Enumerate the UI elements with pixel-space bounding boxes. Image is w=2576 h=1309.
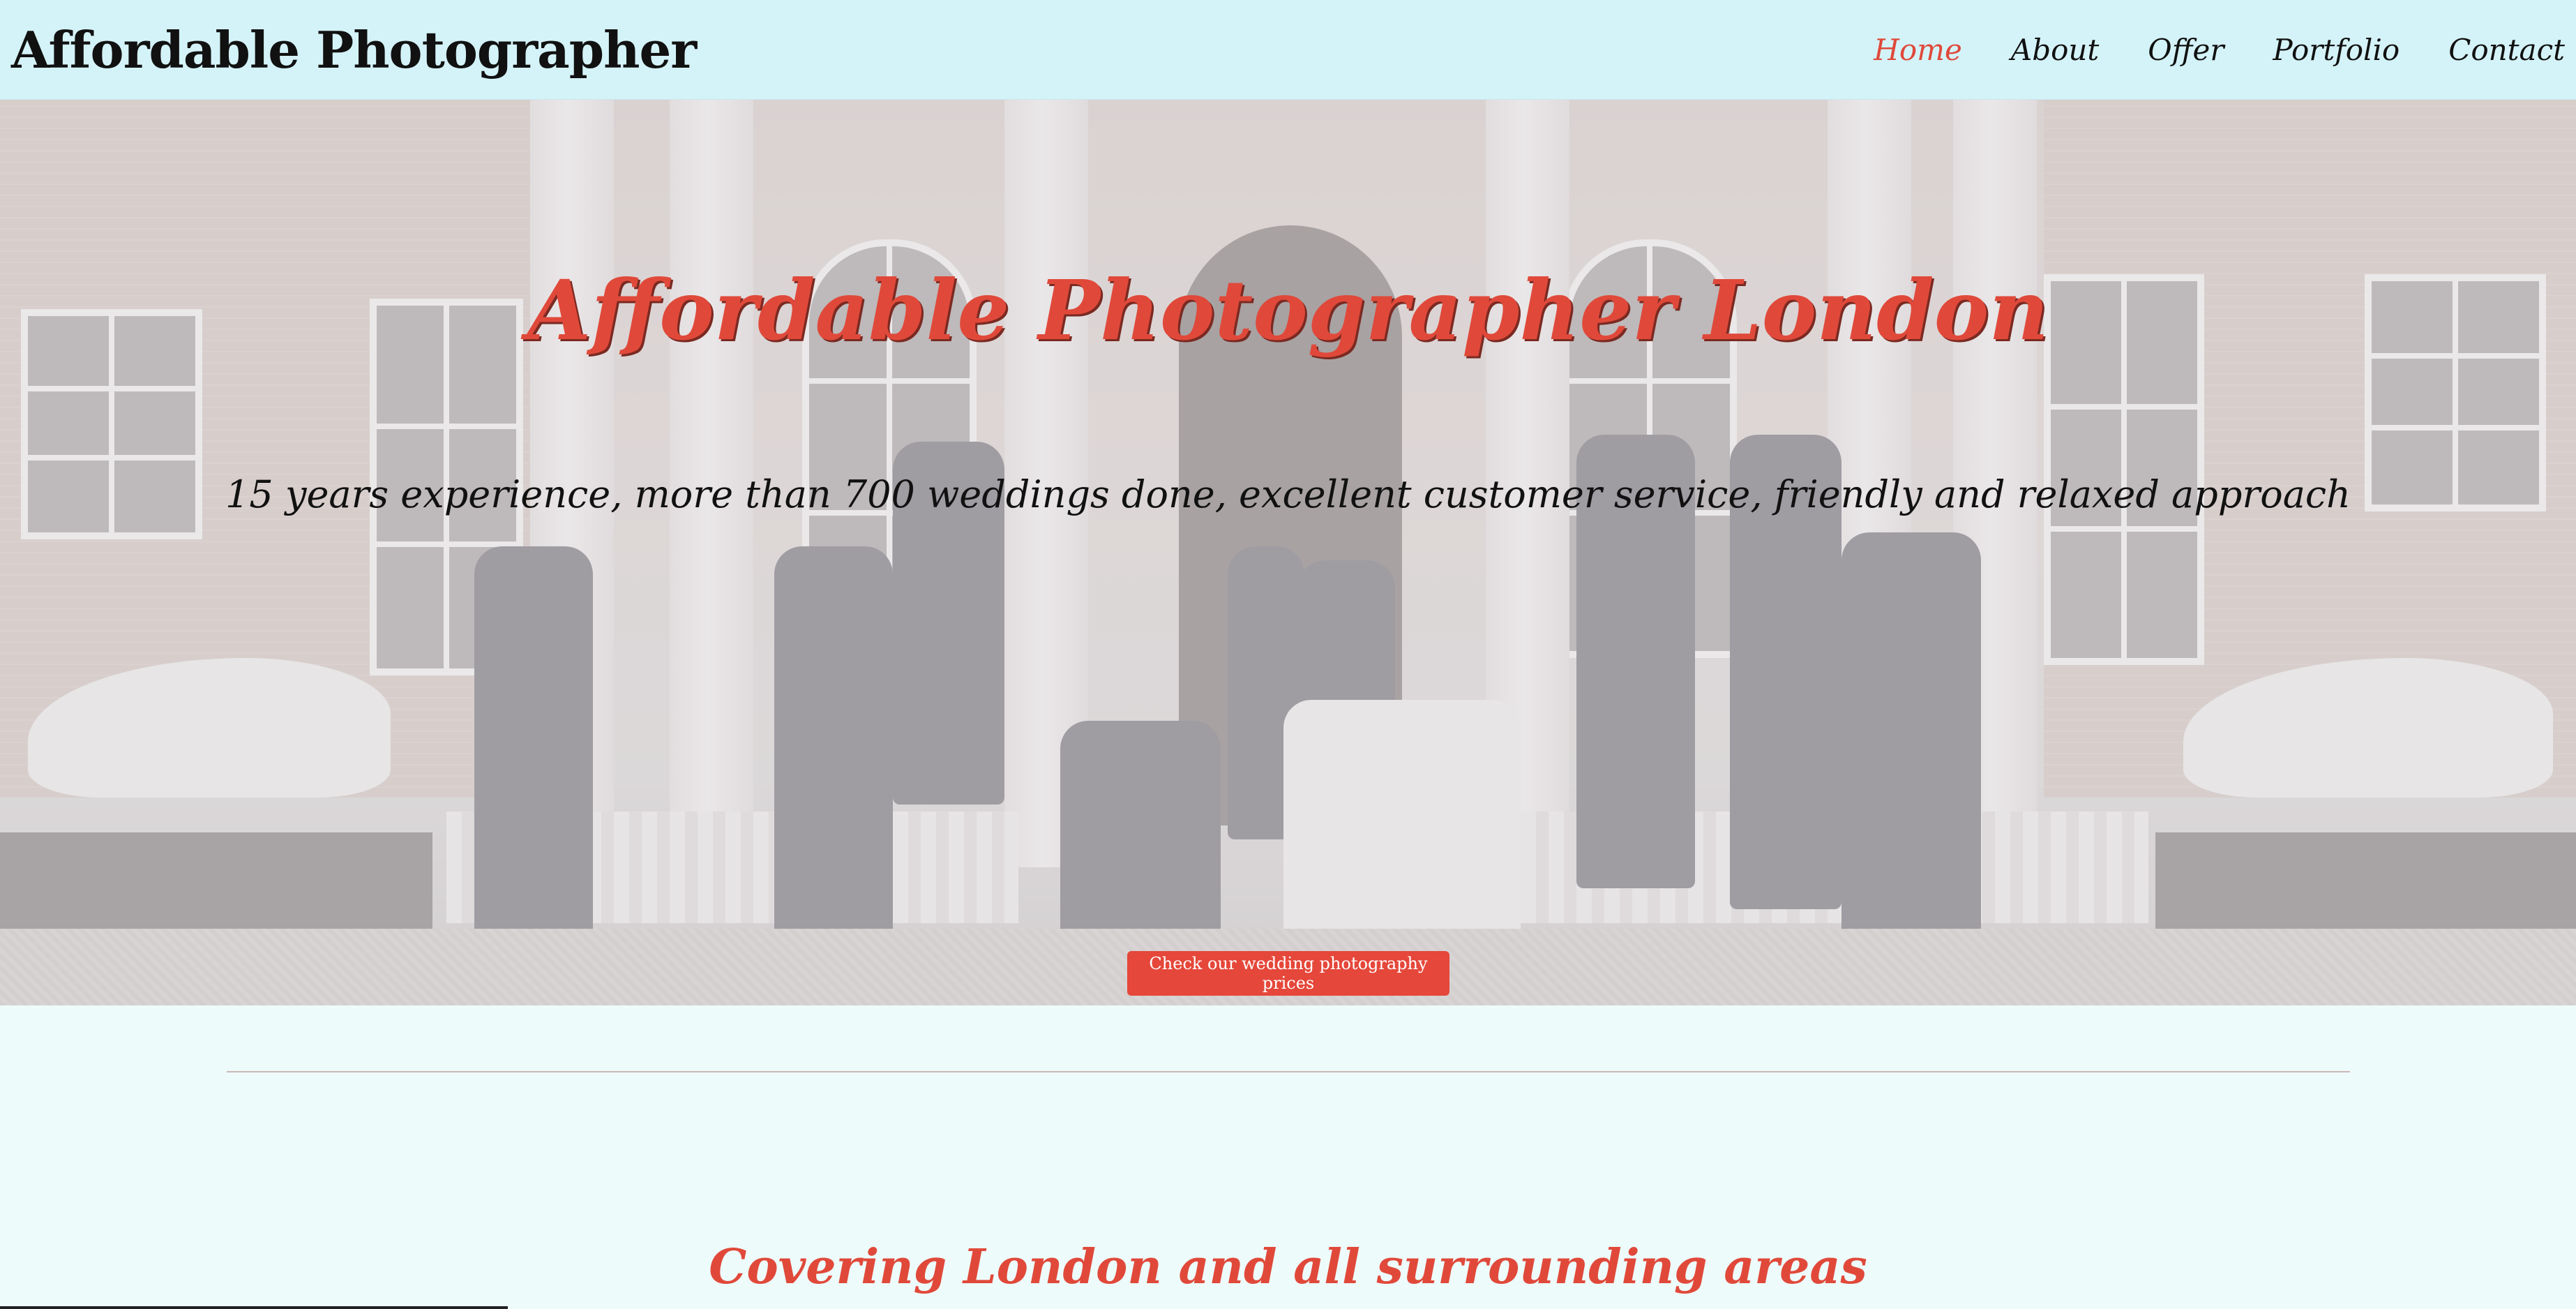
nav-portfolio[interactable]: Portfolio [2273,33,2400,67]
site-brand[interactable]: Affordable Photographer [11,20,697,80]
nav-contact[interactable]: Contact [2448,33,2565,67]
main-nav: Home About Offer Portfolio Contact [1825,33,2565,67]
check-prices-button[interactable]: Check our wedding photography prices [1127,951,1449,996]
nav-offer[interactable]: Offer [2148,33,2224,67]
hero-title: Affordable Photographer London [527,262,2049,359]
site-header: Affordable Photographer Home About Offer… [0,0,2576,100]
section-divider [227,1071,2350,1072]
nav-home[interactable]: Home [1874,33,1962,67]
scroll-indicator-bar [0,1306,508,1309]
hero-section: Affordable Photographer London 15 years … [0,100,2576,1005]
hero-overlay [0,100,2576,1005]
nav-about[interactable]: About [2011,33,2099,67]
coverage-heading: Covering London and all surrounding area… [709,1239,1867,1295]
hero-subtitle: 15 years experience, more than 700 weddi… [225,472,2351,516]
